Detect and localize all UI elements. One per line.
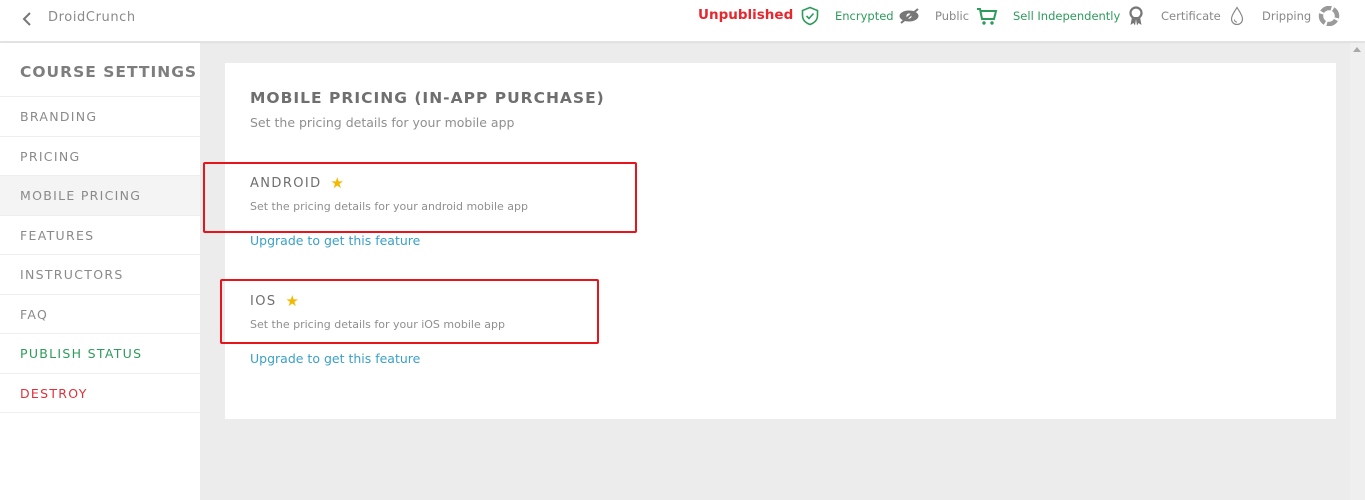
mobile-pricing-card: MOBILE PRICING (IN-APP PURCHASE) Set the… xyxy=(225,63,1336,419)
sidebar-item-faq[interactable]: FAQ xyxy=(0,295,200,334)
eye-slash-icon xyxy=(899,8,919,24)
publish-state-badge[interactable]: Unpublished xyxy=(698,0,793,30)
section-title: MOBILE PRICING (IN-APP PURCHASE) xyxy=(250,89,605,107)
lifebuoy-icon[interactable] xyxy=(1318,6,1340,26)
sidebar-item-pricing[interactable]: PRICING xyxy=(0,137,200,176)
sidebar-item-features[interactable]: FEATURES xyxy=(0,216,200,255)
sidebar-item-mobile-pricing[interactable]: MOBILE PRICING xyxy=(0,176,200,216)
chevron-left-icon[interactable] xyxy=(20,11,34,27)
status-dripping: Dripping xyxy=(1262,9,1312,23)
sidebar-title: COURSE SETTINGS xyxy=(0,43,200,97)
top-bar: DroidCrunch Unpublished Encrypted Public… xyxy=(0,0,1365,42)
sidebar-item-instructors[interactable]: INSTRUCTORS xyxy=(0,255,200,295)
sidebar-item-branding[interactable]: BRANDING xyxy=(0,97,200,137)
status-encrypted: Encrypted xyxy=(835,9,894,23)
app-name[interactable]: DroidCrunch xyxy=(48,10,136,25)
ios-upgrade-link[interactable]: Upgrade to get this feature xyxy=(250,351,420,366)
scroll-up-arrow-icon[interactable] xyxy=(1353,47,1361,52)
shield-check-icon xyxy=(801,6,819,26)
android-upgrade-link[interactable]: Upgrade to get this feature xyxy=(250,233,420,248)
sidebar-item-destroy[interactable]: DESTROY xyxy=(0,374,200,413)
page-scrollbar[interactable] xyxy=(1350,43,1365,500)
status-sell-independently: Sell Independently xyxy=(1013,9,1121,23)
sidebar-item-publish-status[interactable]: PUBLISH STATUS xyxy=(0,334,200,374)
status-public: Public xyxy=(935,9,970,23)
settings-sidebar: COURSE SETTINGS BRANDING PRICING MOBILE … xyxy=(0,43,200,500)
ribbon-award-icon xyxy=(1129,6,1143,26)
section-subtitle: Set the pricing details for your mobile … xyxy=(250,115,515,130)
android-highlight-box xyxy=(203,162,637,233)
cart-icon xyxy=(977,8,998,25)
drop-icon xyxy=(1230,6,1244,26)
ios-highlight-box xyxy=(220,279,599,344)
status-certificate: Certificate xyxy=(1161,9,1221,23)
